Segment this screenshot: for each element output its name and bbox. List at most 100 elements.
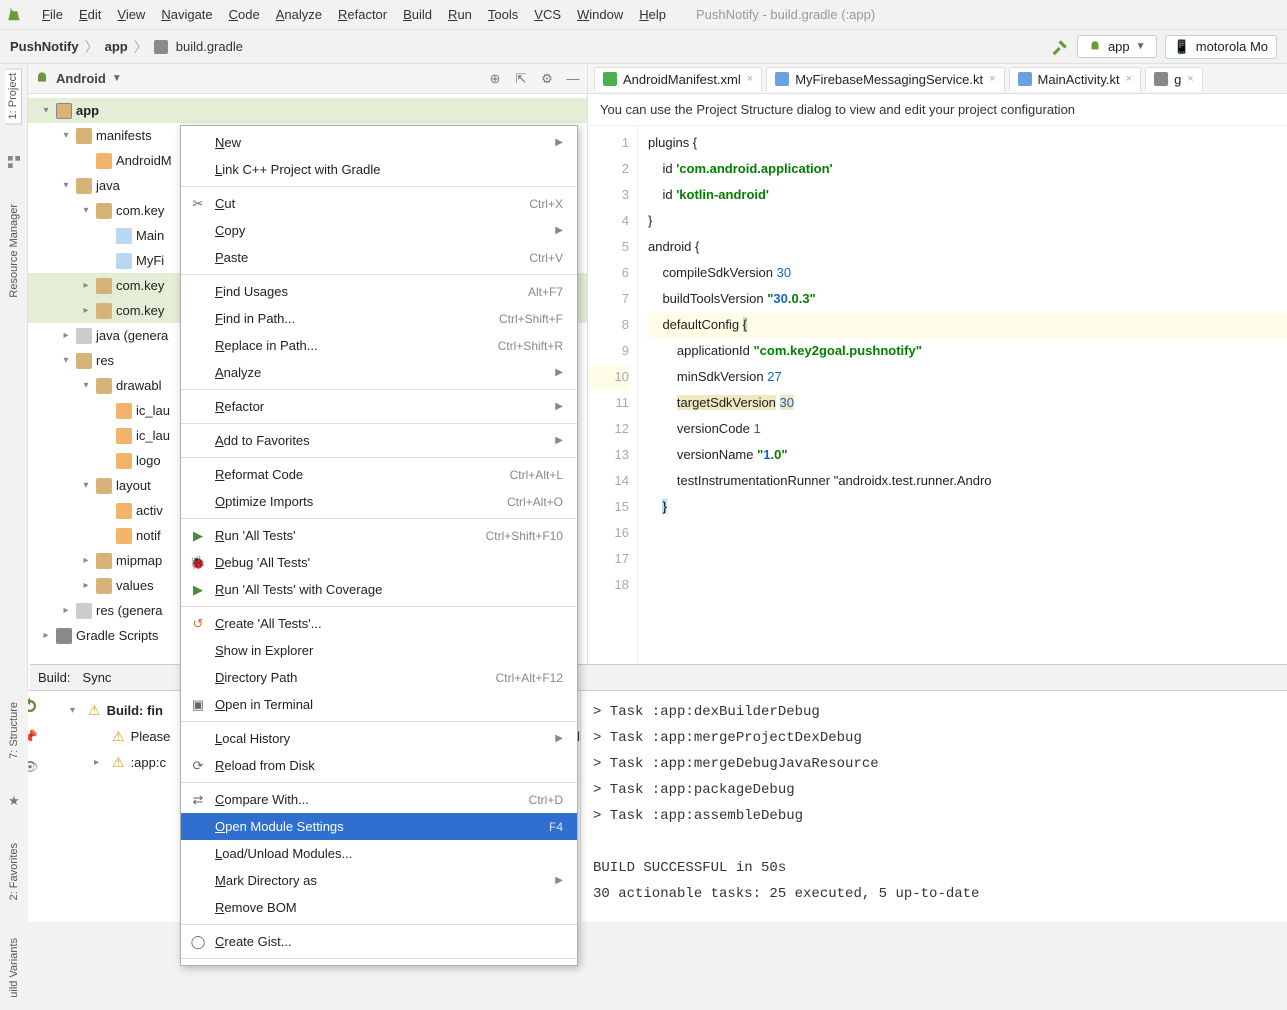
- menu-file[interactable]: File: [34, 4, 71, 25]
- menu-item-create-all-tests[interactable]: ↺Create 'All Tests'...: [181, 610, 577, 637]
- menu-refactor[interactable]: Refactor: [330, 4, 395, 25]
- tool-tab-resource-manager[interactable]: Resource Manager: [6, 200, 22, 302]
- locate-icon[interactable]: ⊕: [487, 71, 503, 87]
- tree-item-label: app: [76, 103, 99, 118]
- tool-tab-structure[interactable]: 7: Structure: [6, 698, 22, 763]
- menu-item-show-in-explorer[interactable]: Show in Explorer: [181, 637, 577, 664]
- resource-manager-icon[interactable]: [6, 154, 22, 170]
- tree-item-label: manifests: [96, 128, 152, 143]
- menu-build[interactable]: Build: [395, 4, 440, 25]
- line-number: 16: [588, 520, 629, 546]
- menu-item-compare-with[interactable]: ⇄Compare With...Ctrl+D: [181, 786, 577, 813]
- menu-item-label: Create Gist...: [215, 934, 563, 949]
- menu-item-optimize-imports[interactable]: Optimize ImportsCtrl+Alt+O: [181, 488, 577, 515]
- menu-item-create-gist[interactable]: ◯Create Gist...: [181, 928, 577, 955]
- editor-notification-bar[interactable]: You can use the Project Structure dialog…: [588, 94, 1287, 126]
- code-line: defaultConfig {: [648, 312, 1287, 338]
- menu-item-refactor[interactable]: Refactor▶: [181, 393, 577, 420]
- chevron-right-icon: ▸: [60, 330, 72, 341]
- build-tab-sync[interactable]: Sync: [83, 670, 112, 685]
- build-label: Build:: [38, 670, 71, 685]
- breadcrumb-project[interactable]: PushNotify: [10, 39, 79, 54]
- menu-help[interactable]: Help: [631, 4, 674, 25]
- run-config-selector[interactable]: app ▼: [1077, 35, 1157, 58]
- device-selector[interactable]: 📱 motorola Mo: [1165, 35, 1277, 59]
- editor-tab[interactable]: AndroidManifest.xml ×: [594, 67, 762, 91]
- menu-item-find-in-path[interactable]: Find in Path...Ctrl+Shift+F: [181, 305, 577, 332]
- menu-item-copy[interactable]: Copy▶: [181, 217, 577, 244]
- left-tool-strip: 1: Project Resource Manager: [0, 64, 28, 690]
- menu-item-reload-from-disk[interactable]: ⟳Reload from Disk: [181, 752, 577, 779]
- code-line: testInstrumentationRunner "androidx.test…: [648, 468, 1287, 494]
- warning-icon: ⚠: [88, 702, 101, 719]
- chevron-down-icon: ▾: [80, 380, 92, 391]
- code-editor[interactable]: plugins { id 'com.android.application' i…: [638, 126, 1287, 664]
- build-output[interactable]: > Task :app:dexBuilderDebug > Task :app:…: [580, 691, 1287, 922]
- gray-icon: [76, 328, 92, 344]
- close-icon[interactable]: ×: [1126, 73, 1132, 85]
- menu-analyze[interactable]: Analyze: [268, 4, 330, 25]
- menu-item-new[interactable]: New▶: [181, 129, 577, 156]
- menu-run[interactable]: Run: [440, 4, 480, 25]
- breadcrumb-module[interactable]: app: [105, 39, 128, 54]
- menu-item-label: New: [215, 135, 547, 150]
- xml-icon: [116, 453, 132, 469]
- line-number: 13: [588, 442, 629, 468]
- menu-navigate[interactable]: Navigate: [153, 4, 220, 25]
- tree-item[interactable]: ▾ app: [28, 98, 587, 123]
- menu-item-debug-all-tests[interactable]: 🐞Debug 'All Tests': [181, 549, 577, 576]
- hide-icon[interactable]: —: [565, 71, 581, 87]
- editor-tab[interactable]: g×: [1145, 67, 1203, 91]
- code-line: android {: [648, 234, 1287, 260]
- menu-edit[interactable]: Edit: [71, 4, 109, 25]
- menu-item-open-in-terminal[interactable]: ▣Open in Terminal: [181, 691, 577, 718]
- menu-window[interactable]: Window: [569, 4, 631, 25]
- tab-label: AndroidManifest.xml: [623, 72, 741, 87]
- menu-item-label: Find Usages: [215, 284, 520, 299]
- xml-icon: [116, 403, 132, 419]
- chevron-down-icon: ▾: [40, 105, 52, 116]
- star-icon[interactable]: ★: [8, 793, 20, 809]
- menu-item-analyze[interactable]: Analyze▶: [181, 359, 577, 386]
- collapse-icon[interactable]: ⇱: [513, 71, 529, 87]
- project-view-selector[interactable]: Android: [56, 71, 106, 86]
- menu-item-open-module-settings[interactable]: Open Module SettingsF4: [181, 813, 577, 840]
- tree-item-label: com.key: [116, 203, 164, 218]
- menu-item-replace-in-path[interactable]: Replace in Path...Ctrl+Shift+R: [181, 332, 577, 359]
- menu-item-shortcut: F4: [549, 820, 563, 834]
- menu-item-find-usages[interactable]: Find UsagesAlt+F7: [181, 278, 577, 305]
- menu-view[interactable]: View: [109, 4, 153, 25]
- menu-item-load-unload-modules[interactable]: Load/Unload Modules...: [181, 840, 577, 867]
- left-tool-strip-bottom: 7: Structure ★ 2: Favorites uild Variant…: [0, 690, 28, 1010]
- menu-item-run-all-tests-with-coverage[interactable]: ▶Run 'All Tests' with Coverage: [181, 576, 577, 603]
- menu-item-run-all-tests[interactable]: ▶Run 'All Tests'Ctrl+Shift+F10: [181, 522, 577, 549]
- settings-gear-icon[interactable]: ⚙: [539, 71, 555, 87]
- context-menu[interactable]: New▶Link C++ Project with Gradle ✂CutCtrl…: [180, 125, 578, 966]
- tool-tab-favorites[interactable]: 2: Favorites: [6, 839, 22, 904]
- menu-separator: [181, 958, 577, 959]
- editor-tab[interactable]: MyFirebaseMessagingService.kt×: [766, 67, 1004, 91]
- menu-item-local-history[interactable]: Local History▶: [181, 725, 577, 752]
- editor-tab[interactable]: MainActivity.kt×: [1009, 67, 1142, 91]
- close-icon[interactable]: ×: [989, 73, 995, 85]
- menu-tools[interactable]: Tools: [480, 4, 526, 25]
- menu-item-directory-path[interactable]: Directory PathCtrl+Alt+F12: [181, 664, 577, 691]
- close-icon[interactable]: ×: [1187, 73, 1193, 85]
- close-icon[interactable]: ×: [747, 73, 753, 85]
- build-hammer-icon[interactable]: [1051, 38, 1069, 56]
- menu-code[interactable]: Code: [221, 4, 268, 25]
- menu-item-icon: ✂: [189, 196, 207, 212]
- kt-file-icon: [775, 72, 789, 86]
- menu-item-link-c-project-with-gradle[interactable]: Link C++ Project with Gradle: [181, 156, 577, 183]
- menu-item-cut[interactable]: ✂CutCtrl+X: [181, 190, 577, 217]
- tool-tab-project[interactable]: 1: Project: [5, 68, 22, 124]
- menu-item-add-to-favorites[interactable]: Add to Favorites▶: [181, 427, 577, 454]
- tool-tab-build-variants[interactable]: uild Variants: [6, 934, 22, 1002]
- menu-item-paste[interactable]: PasteCtrl+V: [181, 244, 577, 271]
- breadcrumb-file[interactable]: build.gradle: [176, 39, 243, 54]
- menu-item-reformat-code[interactable]: Reformat CodeCtrl+Alt+L: [181, 461, 577, 488]
- line-number: 6: [588, 260, 629, 286]
- menu-item-remove-bom[interactable]: Remove BOM: [181, 894, 577, 921]
- menu-vcs[interactable]: VCS: [526, 4, 569, 25]
- menu-item-mark-directory-as[interactable]: Mark Directory as▶: [181, 867, 577, 894]
